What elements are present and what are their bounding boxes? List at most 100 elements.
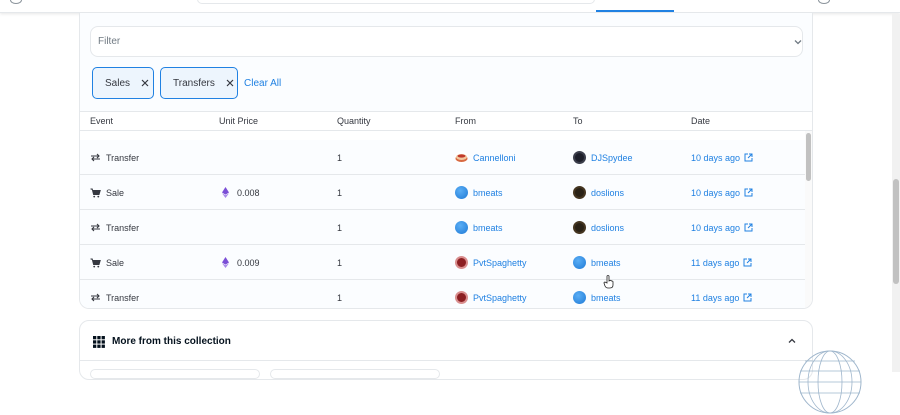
date-cell[interactable]: 10 days ago bbox=[691, 175, 753, 210]
transfer-arrows-icon bbox=[91, 153, 100, 162]
table-header: Event Unit Price Quantity From To Date bbox=[80, 113, 812, 131]
from-cell[interactable]: PvtSpaghetty bbox=[455, 280, 527, 308]
page-scrollbar[interactable] bbox=[892, 14, 900, 372]
event-cell: Transfer bbox=[90, 210, 139, 245]
date-cell[interactable]: 11 days ago bbox=[691, 245, 752, 280]
column-header-to: To bbox=[573, 116, 583, 126]
date-cell[interactable]: 11 days ago bbox=[691, 280, 752, 308]
event-cell: Sale bbox=[90, 175, 124, 210]
date-link[interactable]: 11 days ago bbox=[691, 258, 739, 268]
quantity-cell: 1 bbox=[337, 187, 343, 198]
quantity-cell: 1 bbox=[337, 292, 343, 303]
from-link[interactable]: Cannelloni bbox=[473, 153, 516, 163]
external-link-icon[interactable] bbox=[744, 223, 753, 232]
grid-icon bbox=[93, 336, 105, 348]
to-link[interactable]: bmeats bbox=[591, 258, 621, 268]
to-cell[interactable]: doslions bbox=[573, 175, 624, 210]
bmeats-avatar bbox=[573, 256, 586, 269]
external-link-icon[interactable] bbox=[743, 258, 752, 267]
pvtspaghetty-avatar bbox=[455, 256, 468, 269]
more-from-collection-panel[interactable]: More from this collection bbox=[79, 320, 813, 380]
collection-card[interactable] bbox=[270, 369, 440, 379]
column-header-event: Event bbox=[90, 116, 114, 126]
collection-section-title: More from this collection bbox=[112, 336, 231, 347]
from-cell[interactable]: bmeats bbox=[455, 210, 503, 245]
from-link[interactable]: PvtSpaghetty bbox=[473, 258, 527, 268]
cart-icon bbox=[90, 258, 101, 267]
bmeats-avatar bbox=[573, 291, 586, 304]
unit-price-cell: 0.008 bbox=[222, 175, 260, 210]
filter-chip-label: Transfers bbox=[173, 77, 215, 89]
bmeats-avatar bbox=[455, 221, 468, 234]
column-header-unit-price: Unit Price bbox=[219, 116, 259, 126]
external-link-icon[interactable] bbox=[744, 188, 753, 197]
activity-table-body: Transfer 1 Cannelloni DJSpydee 10 days a… bbox=[80, 131, 805, 308]
filter-chip-transfers[interactable]: Transfers bbox=[160, 67, 238, 99]
logo-icon[interactable] bbox=[10, 0, 22, 4]
page-scrollbar-thumb[interactable] bbox=[893, 179, 899, 284]
transfer-arrows-icon bbox=[91, 223, 100, 232]
filter-chip-label: Sales bbox=[105, 77, 131, 89]
bmeats-avatar bbox=[455, 186, 468, 199]
close-icon[interactable] bbox=[140, 78, 150, 88]
to-link[interactable]: bmeats bbox=[591, 293, 621, 303]
hand-cursor-icon bbox=[603, 275, 614, 289]
table-scrollbar-thumb[interactable] bbox=[806, 133, 811, 181]
column-header-quantity: Quantity bbox=[337, 116, 371, 126]
filter-dropdown[interactable]: Filter bbox=[90, 26, 803, 57]
event-cell: Transfer bbox=[90, 140, 139, 175]
date-link[interactable]: 10 days ago bbox=[691, 188, 740, 198]
date-link[interactable]: 10 days ago bbox=[691, 153, 740, 163]
date-link[interactable]: 11 days ago bbox=[691, 293, 739, 303]
globe-icon bbox=[798, 350, 862, 414]
filter-chip-sales[interactable]: Sales bbox=[92, 67, 154, 99]
date-cell[interactable]: 10 days ago bbox=[691, 140, 753, 175]
table-row: Transfer 1 bmeats doslions 10 days ago bbox=[80, 210, 805, 245]
from-cell[interactable]: PvtSpaghetty bbox=[455, 245, 527, 280]
table-row: Transfer 1 PvtSpaghetty bmeats 11 days a… bbox=[80, 280, 805, 308]
from-link[interactable]: bmeats bbox=[473, 188, 503, 198]
to-link[interactable]: DJSpydee bbox=[591, 153, 633, 163]
from-cell[interactable]: bmeats bbox=[455, 175, 503, 210]
price-value: 0.009 bbox=[237, 257, 260, 268]
table-scrollbar[interactable] bbox=[805, 131, 812, 308]
close-icon[interactable] bbox=[225, 78, 235, 88]
quantity-cell: 1 bbox=[337, 257, 343, 268]
quantity-cell: 1 bbox=[337, 152, 343, 163]
external-link-icon[interactable] bbox=[743, 293, 752, 302]
filter-placeholder: Filter bbox=[98, 36, 121, 47]
to-link[interactable]: doslions bbox=[591, 188, 624, 198]
doslions-avatar bbox=[573, 221, 586, 234]
unit-price-cell: 0.009 bbox=[222, 245, 260, 280]
from-link[interactable]: bmeats bbox=[473, 223, 503, 233]
external-link-icon[interactable] bbox=[744, 153, 753, 162]
table-row: Transfer 1 Cannelloni DJSpydee 10 days a… bbox=[80, 140, 805, 175]
from-cell[interactable]: Cannelloni bbox=[455, 140, 516, 175]
date-cell[interactable]: 10 days ago bbox=[691, 210, 753, 245]
to-link[interactable]: doslions bbox=[591, 223, 624, 233]
event-label: Transfer bbox=[106, 222, 140, 233]
ethereum-icon bbox=[222, 257, 229, 268]
event-cell: Transfer bbox=[90, 280, 140, 308]
event-cell: Sale bbox=[90, 245, 124, 280]
event-label: Transfer bbox=[106, 152, 140, 163]
cannelloni-avatar bbox=[455, 151, 468, 164]
event-label: Sale bbox=[106, 187, 125, 198]
collection-card[interactable] bbox=[90, 369, 260, 379]
top-navigation-bar bbox=[0, 0, 900, 13]
event-label: Transfer bbox=[106, 292, 140, 303]
chevron-down-icon bbox=[794, 40, 802, 45]
djspydee-avatar bbox=[573, 151, 586, 164]
to-cell[interactable]: DJSpydee bbox=[573, 140, 633, 175]
clear-all-link[interactable]: Clear All bbox=[244, 78, 281, 89]
item-activity-panel: Filter Sales Transfers Clear All Event U… bbox=[79, 13, 813, 309]
event-label: Sale bbox=[106, 257, 125, 268]
chevron-up-icon[interactable] bbox=[786, 335, 798, 347]
cart-icon bbox=[90, 188, 101, 197]
filter-area: Filter Sales Transfers Clear All bbox=[80, 13, 812, 112]
from-link[interactable]: PvtSpaghetty bbox=[473, 293, 527, 303]
to-cell[interactable]: doslions bbox=[573, 210, 624, 245]
search-input[interactable] bbox=[197, 0, 595, 4]
profile-icon[interactable] bbox=[818, 0, 830, 4]
date-link[interactable]: 10 days ago bbox=[691, 223, 740, 233]
